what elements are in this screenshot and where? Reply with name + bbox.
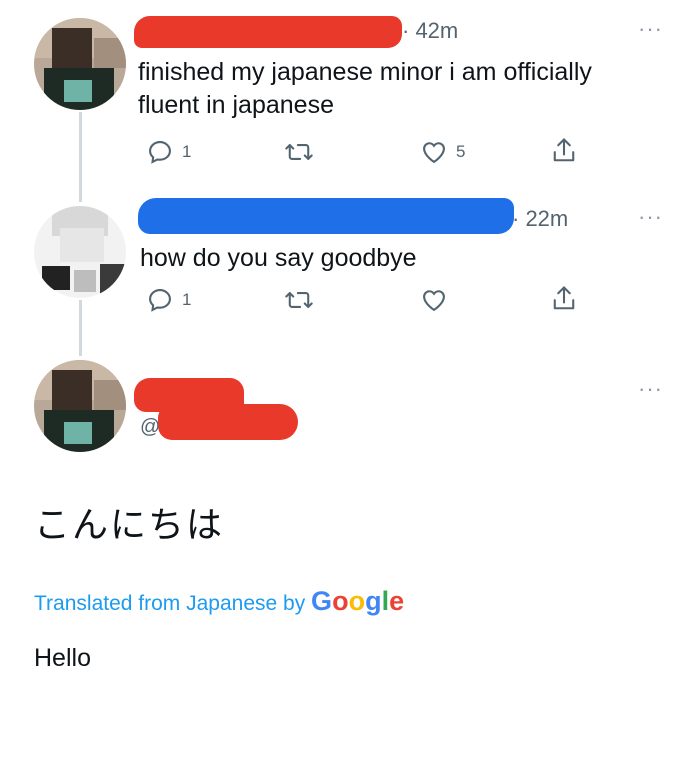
avatar-pixel — [60, 228, 104, 262]
retweet-button[interactable] — [284, 138, 314, 166]
share-icon — [550, 136, 578, 166]
share-button[interactable] — [550, 284, 578, 314]
translated-text: Hello — [34, 644, 91, 672]
reply-count: 1 — [182, 142, 192, 161]
more-icon[interactable]: ··· — [638, 16, 663, 42]
reply-button[interactable]: 1 — [146, 286, 191, 314]
japanese-text: こんにちは — [34, 505, 225, 546]
retweet-icon — [284, 286, 314, 314]
retweet-button[interactable] — [284, 286, 314, 314]
translation-label: Translated from Japanese by — [34, 592, 306, 615]
avatar-pixel — [52, 28, 92, 73]
avatar-pixel — [64, 422, 92, 444]
avatar-pixel — [52, 370, 92, 415]
reply-count: 1 — [182, 290, 192, 309]
like-button[interactable]: 5 — [420, 138, 465, 166]
reply-button[interactable]: 1 — [146, 138, 191, 166]
thread-line — [79, 112, 82, 202]
tweet-timestamp[interactable]: · 22m — [512, 206, 568, 232]
redacted-name — [138, 198, 514, 234]
like-button[interactable] — [420, 286, 448, 314]
avatar-pixel — [100, 264, 126, 294]
tweet-text: finished my japanese minor i am official… — [138, 58, 592, 119]
reply-icon — [146, 286, 174, 314]
thread-line — [79, 300, 82, 356]
more-icon[interactable]: ··· — [638, 376, 663, 402]
tweet-timestamp[interactable]: · 42m — [402, 18, 458, 44]
avatar-pixel — [94, 38, 126, 68]
reply-icon — [146, 138, 174, 166]
google-logo: Google — [311, 586, 405, 616]
translation-attribution[interactable]: Translated from Japanese by Google — [34, 586, 404, 617]
avatar-pixel — [74, 270, 96, 292]
share-icon — [550, 284, 578, 314]
avatar-pixel — [94, 380, 126, 410]
avatar-pixel — [64, 80, 92, 102]
redacted-name — [134, 16, 402, 48]
avatar[interactable] — [34, 206, 126, 298]
share-button[interactable] — [550, 136, 578, 166]
handle-prefix: @ — [140, 416, 161, 438]
avatar-pixel — [42, 266, 70, 290]
like-icon — [420, 138, 448, 166]
avatar[interactable] — [34, 18, 126, 110]
tweet-text: how do you say goodbye — [140, 244, 417, 272]
more-icon[interactable]: ··· — [638, 204, 663, 230]
retweet-icon — [284, 138, 314, 166]
avatar[interactable] — [34, 360, 126, 452]
like-icon — [420, 286, 448, 314]
redacted-handle — [158, 404, 298, 440]
like-count: 5 — [456, 142, 466, 161]
